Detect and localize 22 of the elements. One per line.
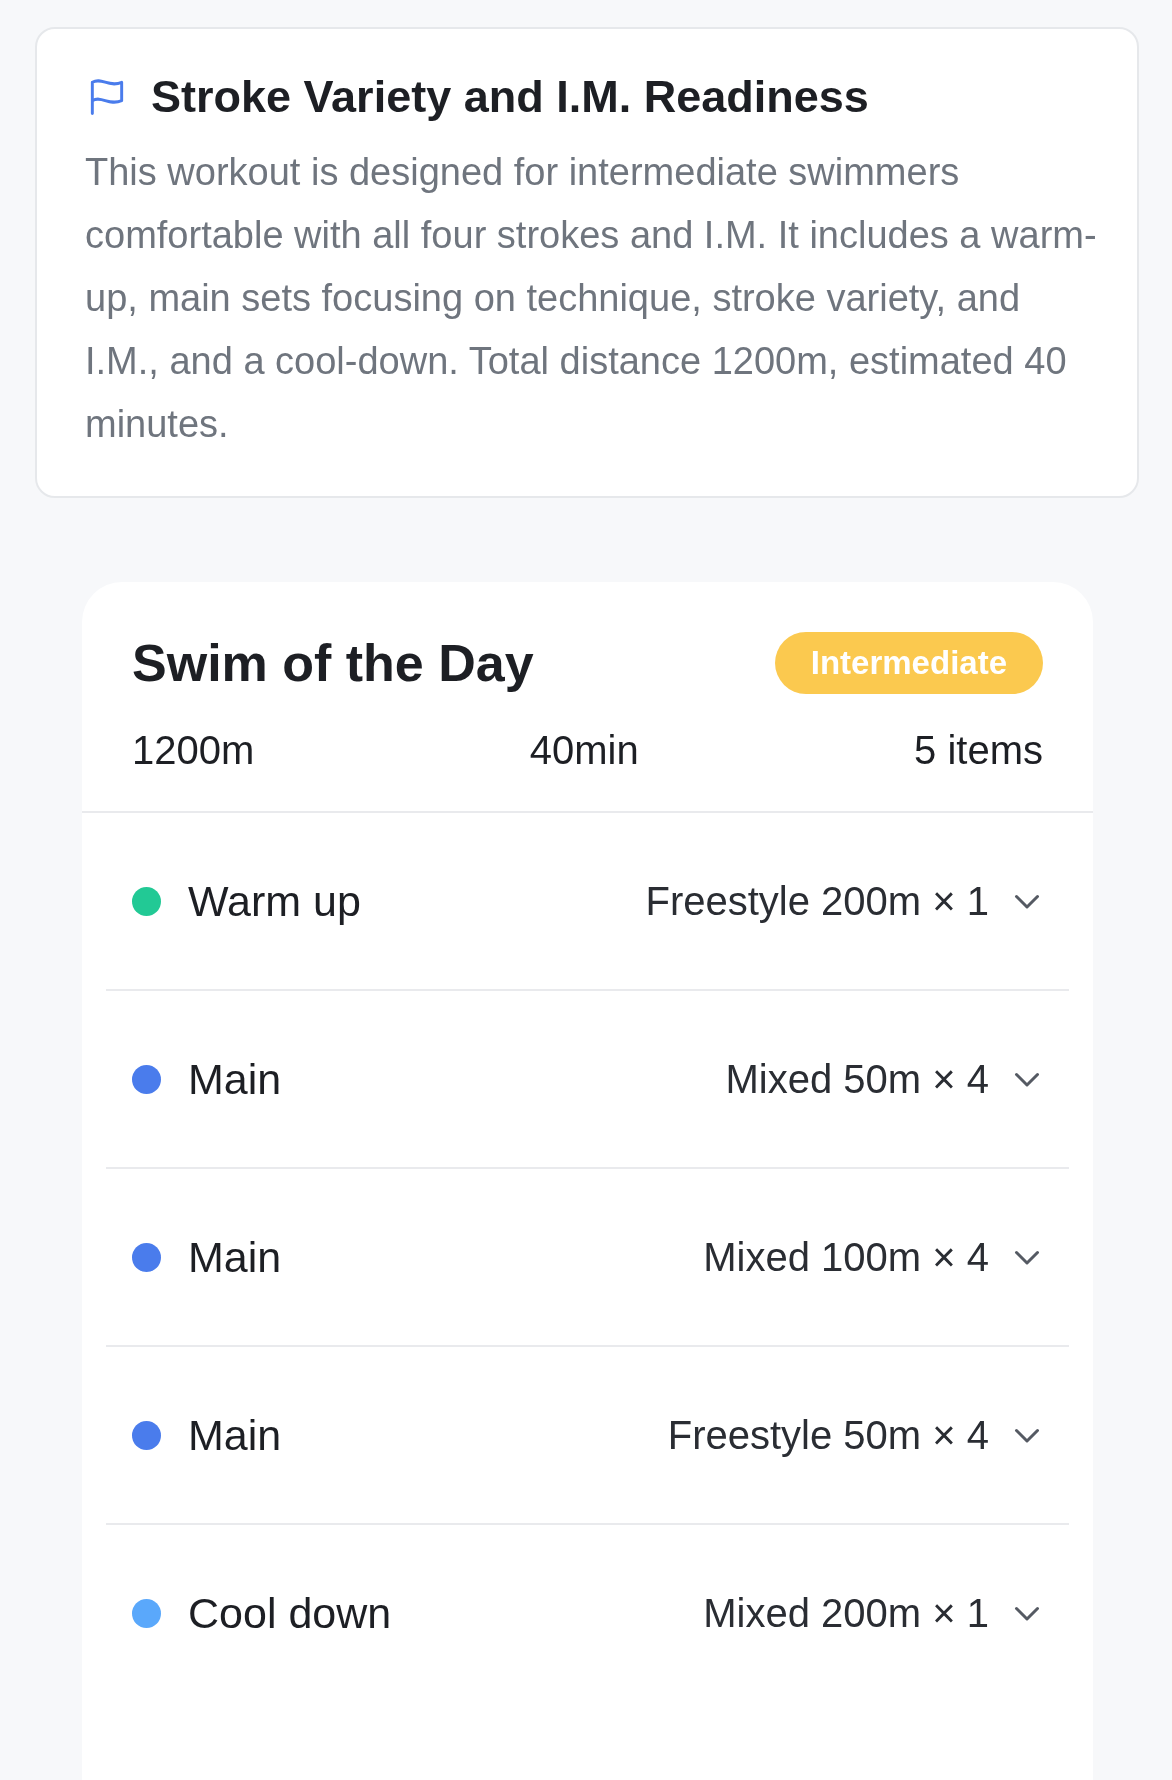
- difficulty-badge: Intermediate: [774, 632, 1043, 694]
- set-row[interactable]: Warm up Freestyle 200m × 1: [106, 813, 1069, 991]
- set-detail: Freestyle 200m × 1: [645, 878, 989, 924]
- set-detail: Mixed 50m × 4: [725, 1056, 989, 1102]
- workout-stat: 1200m: [132, 728, 255, 773]
- workout-stat: 5 items: [914, 728, 1043, 773]
- set-name: Cool down: [188, 1588, 393, 1638]
- set-name: Main: [188, 1054, 283, 1104]
- set-name: Main: [188, 1410, 283, 1460]
- set-row[interactable]: Cool down Mixed 200m × 1: [106, 1525, 1069, 1701]
- set-detail: Mixed 200m × 1: [703, 1590, 989, 1636]
- set-row[interactable]: Main Freestyle 50m × 4: [106, 1347, 1069, 1525]
- set-detail: Freestyle 50m × 4: [667, 1412, 989, 1458]
- summary-title: Stroke Variety and I.M. Readiness: [151, 71, 869, 123]
- workout-title: Swim of the Day: [132, 633, 534, 693]
- set-row[interactable]: Main Mixed 100m × 4: [106, 1169, 1069, 1347]
- set-detail: Mixed 100m × 4: [703, 1234, 989, 1280]
- summary-description: This workout is designed for intermediate swimmers comfortable with all four strokes and I.M. It includes a warm-up, main sets focusing on technique, stroke variety, and I.M., and a cool-down. Total distance 1200m, estimated 40 minutes.: [85, 150, 1097, 447]
- set-name: Main: [188, 1232, 283, 1282]
- workout-stat: 40min: [529, 728, 639, 773]
- set-name: Warm up: [188, 876, 362, 926]
- set-row[interactable]: Main Mixed 50m × 4: [106, 991, 1069, 1169]
